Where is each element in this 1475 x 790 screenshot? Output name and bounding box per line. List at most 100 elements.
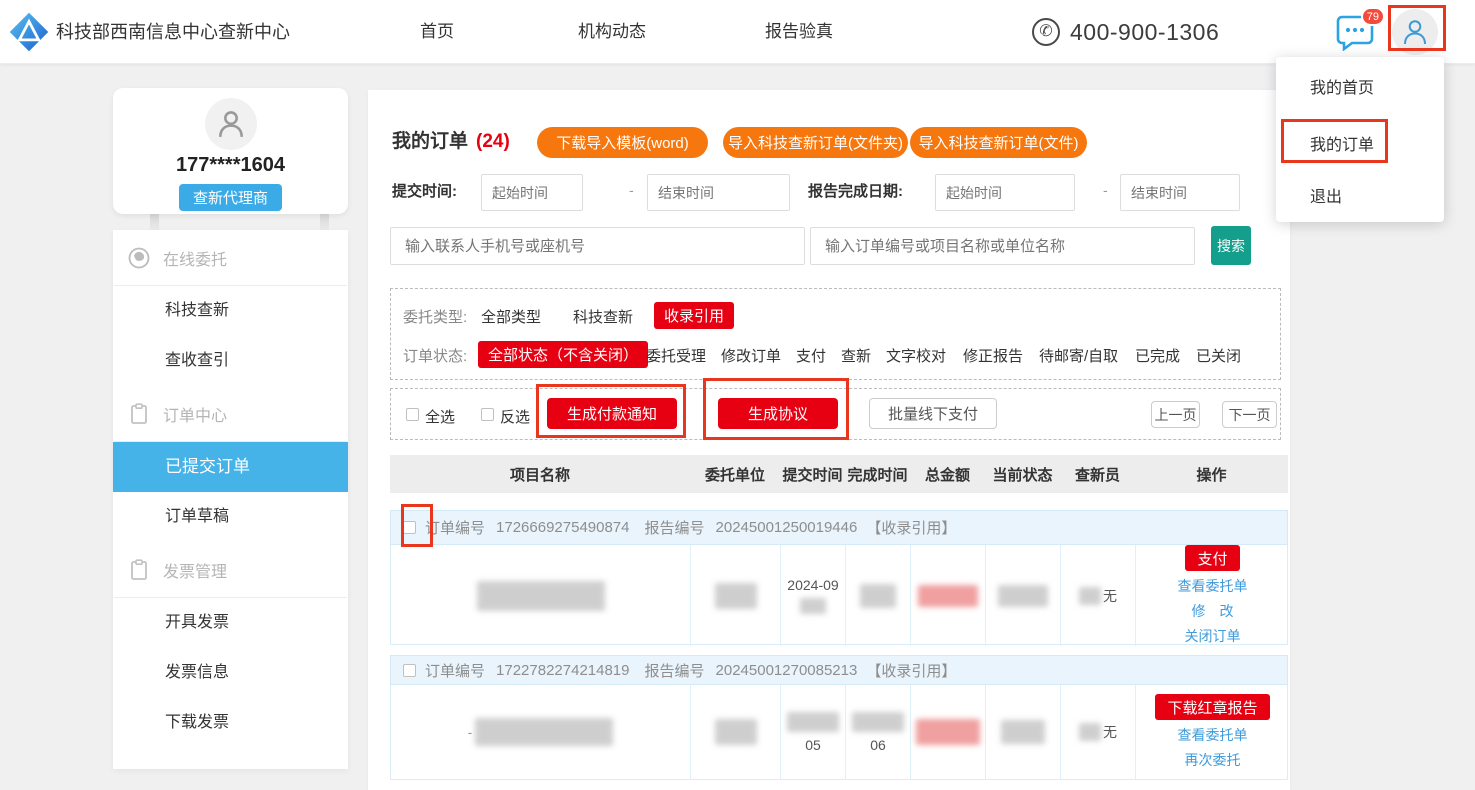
view-entrust-link[interactable]: 查看委托单 xyxy=(1178,725,1248,745)
status-accepted[interactable]: 委托受理 xyxy=(646,345,706,366)
orders-panel: 我的订单 (24) 下载导入模板(word) 导入科技查新订单(文件夹) 导入科技… xyxy=(368,90,1290,790)
profile-card: 177****1604 查新代理商 xyxy=(113,88,348,214)
order-group-header: 订单编号1726669275490874 报告编号202450012500194… xyxy=(390,510,1288,545)
status-closed[interactable]: 已关闭 xyxy=(1196,345,1241,366)
status-all-active[interactable]: 全部状态（不含关闭） xyxy=(478,341,648,368)
invert-select-checkbox[interactable] xyxy=(481,408,494,421)
modify-link[interactable]: 修 改 xyxy=(1192,601,1234,621)
status-modify[interactable]: 修改订单 xyxy=(721,345,781,366)
batch-offline-pay-button[interactable]: 批量线下支付 xyxy=(869,398,997,429)
invert-select-label: 反选 xyxy=(500,406,530,427)
table-header-row: 项目名称 委托单位 提交时间 完成时间 总金额 当前状态 查新员 操作 xyxy=(390,455,1288,493)
status-mail-pickup[interactable]: 待邮寄/自取 xyxy=(1039,345,1118,366)
top-header: 科技部西南信息中心查新中心 首页 机构动态 报告验真 ✆ 400-900-130… xyxy=(0,0,1475,64)
search-button[interactable]: 搜索 xyxy=(1211,226,1251,265)
import-orders-file-button[interactable]: 导入科技查新订单(文件) xyxy=(910,127,1087,158)
page-title-text: 我的订单 xyxy=(392,131,468,152)
generate-payment-notice-button[interactable]: 生成付款通知 xyxy=(547,398,677,429)
order-type-tag: 【收录引用】 xyxy=(866,517,956,538)
report-no: 20245001250019446 xyxy=(716,519,858,536)
filter-box: 委托类型: 全部类型 科技查新 收录引用 订单状态: 全部状态（不含关闭） 委托… xyxy=(390,288,1281,380)
sidebar-section-label: 在线委托 xyxy=(163,246,227,270)
col-amount: 总金额 xyxy=(910,455,985,493)
close-order-link[interactable]: 关闭订单 xyxy=(1185,626,1241,646)
download-template-button[interactable]: 下载导入模板(word) xyxy=(537,127,708,158)
menu-item-logout[interactable]: 退出 xyxy=(1310,183,1342,207)
col-status: 当前状态 xyxy=(985,455,1060,493)
generate-agreement-button[interactable]: 生成协议 xyxy=(718,398,838,429)
hotline: ✆ 400-900-1306 xyxy=(1032,0,1219,64)
redacted-date xyxy=(852,712,904,732)
nav-agency-news[interactable]: 机构动态 xyxy=(578,0,646,64)
report-start-input[interactable] xyxy=(935,174,1075,211)
submit-time-label: 提交时间: xyxy=(392,182,457,202)
avatar-person-icon xyxy=(217,109,245,139)
sidebar-section-label: 发票管理 xyxy=(163,558,227,582)
messages-button[interactable]: 79 xyxy=(1335,11,1377,53)
view-entrust-link[interactable]: 查看委托单 xyxy=(1178,576,1248,596)
avatar xyxy=(205,98,257,150)
next-page-button[interactable]: 下一页 xyxy=(1222,401,1277,428)
type-citation-active[interactable]: 收录引用 xyxy=(654,302,734,329)
select-all-checkbox[interactable] xyxy=(406,408,419,421)
prev-page-button[interactable]: 上一页 xyxy=(1151,401,1200,428)
sidebar-item-order-drafts[interactable]: 订单草稿 xyxy=(113,492,348,542)
sidebar-item-download-invoice[interactable]: 下载发票 xyxy=(113,698,348,748)
type-scitech[interactable]: 科技查新 xyxy=(573,306,633,327)
report-date-label: 报告完成日期: xyxy=(808,182,903,202)
redacted-client xyxy=(715,583,757,609)
submit-end-input[interactable] xyxy=(647,174,790,211)
redacted-date xyxy=(787,712,839,732)
page-title: 我的订单 (24) xyxy=(392,126,510,153)
user-account-button[interactable] xyxy=(1392,9,1438,55)
order-count: (24) xyxy=(476,131,510,152)
redacted-client xyxy=(715,719,757,745)
order-no-label: 订单编号 xyxy=(425,517,485,538)
masked-phone: 177****1604 xyxy=(113,154,348,177)
sidebar-item-scitech-novelty[interactable]: 科技查新 xyxy=(113,286,348,336)
user-dropdown-menu: 我的首页 我的订单 退出 xyxy=(1276,57,1444,222)
status-finished[interactable]: 已完成 xyxy=(1135,345,1180,366)
menu-item-my-home[interactable]: 我的首页 xyxy=(1310,74,1374,98)
redacted-project-name xyxy=(477,581,605,611)
dash: - xyxy=(1103,182,1108,198)
re-entrust-link[interactable]: 再次委托 xyxy=(1185,750,1241,770)
row-checkbox[interactable] xyxy=(403,664,416,677)
submit-start-input[interactable] xyxy=(481,174,583,211)
menu-item-my-orders[interactable]: 我的订单 xyxy=(1310,131,1374,155)
clipboard-icon xyxy=(128,559,150,581)
sidebar-menu: 在线委托 科技查新 查收查引 订单中心 已提交订单 订单草稿 发票管理 开具发票… xyxy=(113,230,348,769)
import-orders-folder-button[interactable]: 导入科技查新订单(文件夹) xyxy=(723,127,908,158)
row-checkbox[interactable] xyxy=(403,521,416,534)
report-end-input[interactable] xyxy=(1120,174,1240,211)
redacted-amount xyxy=(918,585,978,607)
clipboard-icon xyxy=(128,403,150,425)
sidebar-section-invoice[interactable]: 发票管理 xyxy=(113,542,348,597)
sidebar-section-order-center[interactable]: 订单中心 xyxy=(113,386,348,441)
sidebar-item-submitted-orders[interactable]: 已提交订单 xyxy=(113,442,348,492)
status-searching[interactable]: 查新 xyxy=(841,345,871,366)
status-revise[interactable]: 修正报告 xyxy=(963,345,1023,366)
redacted-amount xyxy=(916,719,980,745)
orders-table: 项目名称 委托单位 提交时间 完成时间 总金额 当前状态 查新员 操作 订单编号… xyxy=(390,455,1288,780)
unread-count-badge: 79 xyxy=(1361,7,1385,26)
sidebar-item-invoice-info[interactable]: 发票信息 xyxy=(113,648,348,698)
order-status-label: 订单状态: xyxy=(403,345,467,366)
status-proofread[interactable]: 文字校对 xyxy=(886,345,946,366)
order-search-input[interactable] xyxy=(810,227,1195,265)
submit-time-fragment: 2024-09 xyxy=(787,577,838,593)
sidebar-item-issue-invoice[interactable]: 开具发票 xyxy=(113,598,348,648)
pay-button[interactable]: 支付 xyxy=(1185,545,1239,571)
sidebar-section-online[interactable]: 在线委托 xyxy=(113,230,348,285)
status-pay[interactable]: 支付 xyxy=(796,345,826,366)
sidebar-item-citation-search[interactable]: 查收查引 xyxy=(113,336,348,386)
nav-home[interactable]: 首页 xyxy=(420,0,454,64)
type-all[interactable]: 全部类型 xyxy=(481,306,541,327)
nav-report-verify[interactable]: 报告验真 xyxy=(765,0,833,64)
download-stamped-report-button[interactable]: 下载红章报告 xyxy=(1155,694,1269,720)
brand-title: 科技部西南信息中心查新中心 xyxy=(56,0,290,64)
contact-search-input[interactable] xyxy=(390,227,805,265)
agent-role-badge[interactable]: 查新代理商 xyxy=(179,184,282,211)
redacted-status xyxy=(1001,720,1045,744)
brand-logo-icon xyxy=(8,11,50,53)
